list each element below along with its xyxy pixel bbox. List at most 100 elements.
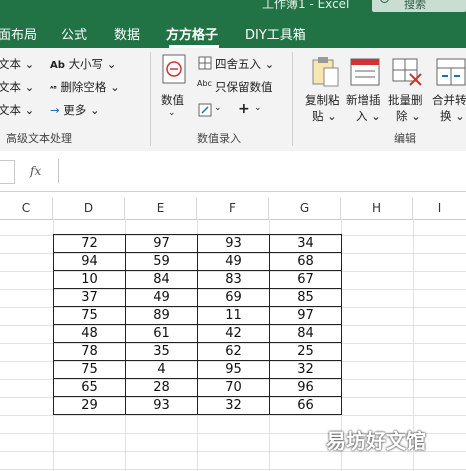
- table-cell[interactable]: 93: [197, 234, 270, 253]
- round-button[interactable]: 四舍五入 ⌄: [215, 56, 274, 72]
- ribbon-left-item-1[interactable]: 文本 ⌄: [0, 56, 34, 72]
- table-cell[interactable]: 11: [197, 306, 270, 325]
- table-row: 29 93 32 66: [53, 396, 342, 415]
- table-cell[interactable]: 29: [53, 396, 126, 415]
- case-button[interactable]: Ab 大小写 ⌄: [50, 56, 116, 72]
- insert-button[interactable]: 新增插入 ⌄: [346, 92, 381, 124]
- value-button[interactable]: 数值: [161, 92, 184, 108]
- table-cell[interactable]: 37: [53, 288, 126, 307]
- table-cell[interactable]: 78: [53, 342, 126, 361]
- table-cell[interactable]: 28: [125, 378, 198, 397]
- fx-icon[interactable]: fx: [30, 164, 41, 178]
- keep-value-button[interactable]: 只保留数值: [215, 79, 273, 95]
- column-header-c[interactable]: C: [0, 197, 53, 219]
- column-headers: C D E F G H I: [0, 197, 466, 220]
- search-box[interactable]: 搜索: [372, 0, 466, 12]
- value-icon: [162, 54, 186, 84]
- merge-convert-button[interactable]: 合并转换 ⌄: [432, 92, 466, 124]
- round-icon: [198, 56, 212, 70]
- search-placeholder: 搜索: [404, 0, 426, 11]
- table-cell[interactable]: 72: [53, 234, 126, 253]
- table-row: 75 89 11 97: [53, 306, 342, 325]
- table-cell[interactable]: 95: [197, 360, 270, 379]
- table-cell[interactable]: 84: [269, 324, 342, 343]
- table-cell[interactable]: 42: [197, 324, 270, 343]
- plus-icon[interactable]: +: [238, 101, 250, 117]
- table-cell[interactable]: 61: [125, 324, 198, 343]
- insert-icon: [350, 58, 380, 86]
- delete-space-button[interactable]: ᴬᴮ 删除空格 ⌄: [50, 79, 120, 95]
- table-cell[interactable]: 85: [269, 288, 342, 307]
- group-label-text: 高级文本处理: [6, 132, 72, 145]
- column-header-h[interactable]: H: [341, 197, 413, 219]
- data-table: 72 97 93 34 94 59 49 68 10 84 83 67 37 49 69 85 75 89 11 97…: [53, 234, 342, 415]
- table-row: 65 28 70 96: [53, 378, 342, 397]
- plus-chevron-icon[interactable]: ⌄: [254, 103, 262, 113]
- table-row: 75 4 95 32: [53, 360, 342, 379]
- keep-value-icon: Abc: [197, 79, 212, 88]
- table-cell[interactable]: 94: [53, 252, 126, 271]
- table-cell[interactable]: 65: [53, 378, 126, 397]
- table-cell[interactable]: 32: [269, 360, 342, 379]
- tab-data[interactable]: 数据: [114, 24, 140, 43]
- tab-page-layout[interactable]: 面布局: [0, 24, 37, 43]
- merge-convert-icon: [436, 58, 466, 86]
- table-cell[interactable]: 69: [197, 288, 270, 307]
- table-cell[interactable]: 68: [269, 252, 342, 271]
- table-cell[interactable]: 32: [197, 396, 270, 415]
- table-cell[interactable]: 89: [125, 306, 198, 325]
- ribbon-left-item-3[interactable]: 文本 ⌄: [0, 102, 34, 118]
- clipboard-icon: [312, 57, 339, 87]
- table-cell[interactable]: 10: [53, 270, 126, 289]
- tab-diy-toolbox[interactable]: DIY工具箱: [245, 24, 306, 43]
- group-separator: [150, 52, 151, 146]
- copy-paste-button[interactable]: 复制粘贴 ⌄: [305, 92, 340, 124]
- table-cell[interactable]: 96: [269, 378, 342, 397]
- column-header-i[interactable]: I: [413, 197, 466, 219]
- table-cell[interactable]: 35: [125, 342, 198, 361]
- title-bar: 工作簿1 - Excel 搜索: [0, 0, 466, 16]
- formula-input[interactable]: [58, 159, 466, 183]
- table-cell[interactable]: 49: [197, 252, 270, 271]
- table-cell[interactable]: 48: [53, 324, 126, 343]
- table-row: 94 59 49 68: [53, 252, 342, 271]
- column-header-g[interactable]: G: [269, 197, 341, 219]
- case-icon: Ab: [50, 60, 65, 71]
- column-header-f[interactable]: F: [197, 197, 269, 219]
- formula-bar: fx: [0, 151, 466, 192]
- edit-icon[interactable]: [198, 103, 212, 117]
- batch-delete-button[interactable]: 批量删除 ⌄: [388, 92, 423, 124]
- table-cell[interactable]: 66: [269, 396, 342, 415]
- table-cell[interactable]: 97: [269, 306, 342, 325]
- name-box[interactable]: [0, 160, 15, 184]
- table-cell[interactable]: 83: [197, 270, 270, 289]
- column-header-e[interactable]: E: [125, 197, 197, 219]
- search-icon: [380, 0, 389, 3]
- table-cell[interactable]: 4: [125, 360, 198, 379]
- table-cell[interactable]: 34: [269, 234, 342, 253]
- tab-formulas[interactable]: 公式: [61, 24, 87, 43]
- delete-space-icon: ᴬᴮ: [50, 85, 57, 93]
- table-cell[interactable]: 59: [125, 252, 198, 271]
- table-cell[interactable]: 70: [197, 378, 270, 397]
- value-chevron-icon[interactable]: ⌄: [168, 108, 176, 118]
- tab-fangfang[interactable]: 方方格子: [166, 24, 218, 43]
- group-label-value: 数值录入: [197, 132, 241, 145]
- table-cell[interactable]: 62: [197, 342, 270, 361]
- table-cell[interactable]: 75: [53, 360, 126, 379]
- table-cell[interactable]: 97: [125, 234, 198, 253]
- batch-delete-icon: [392, 58, 422, 86]
- arrow-right-icon: →: [50, 103, 60, 117]
- table-cell[interactable]: 25: [269, 342, 342, 361]
- ribbon: 文本 ⌄ 文本 ⌄ 文本 ⌄ Ab 大小写 ⌄ ᴬᴮ 删除空格 ⌄ → 更多 ⌄…: [0, 48, 466, 152]
- column-header-d[interactable]: D: [53, 197, 125, 219]
- window-title: 工作簿1 - Excel: [262, 0, 350, 11]
- edit-chevron-icon[interactable]: ⌄: [214, 103, 222, 113]
- more-button[interactable]: → 更多 ⌄: [50, 102, 100, 118]
- table-cell[interactable]: 49: [125, 288, 198, 307]
- table-cell[interactable]: 75: [53, 306, 126, 325]
- ribbon-left-item-2[interactable]: 文本 ⌄: [0, 79, 34, 95]
- table-cell[interactable]: 67: [269, 270, 342, 289]
- table-cell[interactable]: 84: [125, 270, 198, 289]
- table-cell[interactable]: 93: [125, 396, 198, 415]
